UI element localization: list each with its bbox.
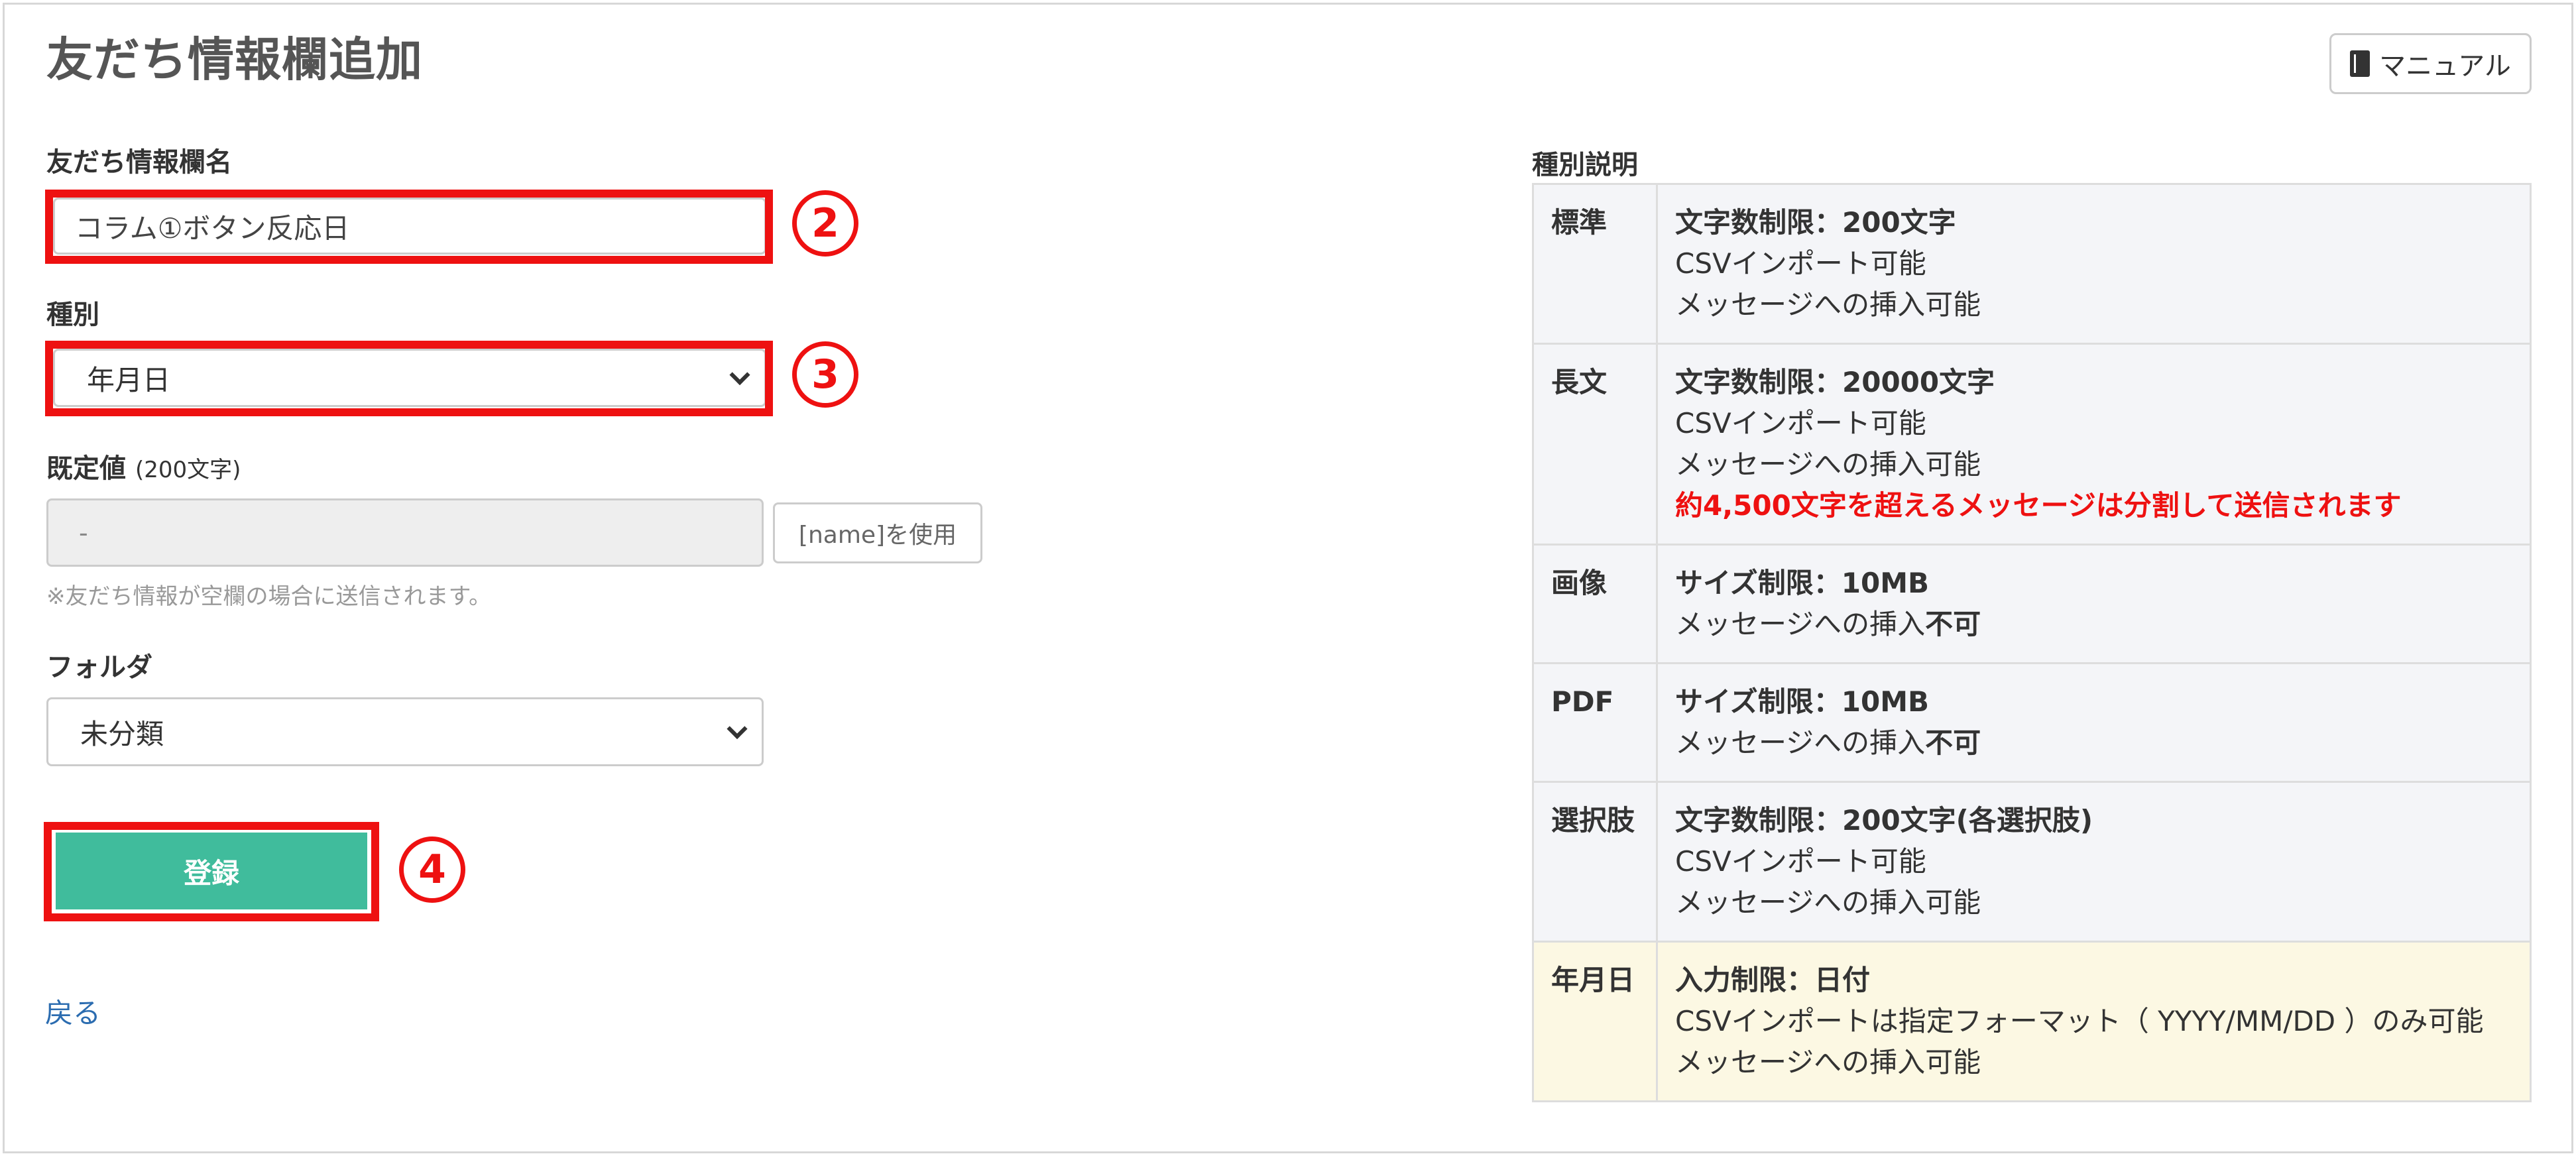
highlight-submit-button <box>44 822 379 921</box>
manual-button-label: マニュアル <box>2379 51 2511 82</box>
type-name: 選択肢 <box>1532 781 1658 943</box>
type-name: 年月日 <box>1532 941 1658 1102</box>
default-value-limit: (200文字) <box>135 457 241 483</box>
type-row-long-text: 長文 文字数制限：20000文字 CSVインポート可能 メッセージへの挿入可能 … <box>1532 343 2532 546</box>
name-field-label: 友だち情報欄名 <box>46 147 232 178</box>
annotation-step-4: 4 <box>399 837 465 903</box>
type-row-pdf: PDF サイズ制限：10MB メッセージへの挿入不可 <box>1532 662 2532 783</box>
type-desc-line: CSVインポート可能 <box>1675 845 1926 878</box>
type-limit: サイズ制限：10MB <box>1675 567 1929 599</box>
type-row-standard: 標準 文字数制限：200文字 CSVインポート可能 メッセージへの挿入可能 <box>1532 183 2532 345</box>
highlight-type-select <box>45 341 773 416</box>
use-name-button[interactable]: [name]を使用 <box>773 502 982 563</box>
type-desc-emphasis: 不可 <box>1925 726 1981 759</box>
type-desc-prefix: メッセージへの挿入 <box>1675 608 1926 640</box>
type-desc-line: メッセージへの挿入可能 <box>1675 288 1981 321</box>
split-warning: 約4,500文字を超えるメッセージは分割して送信されます <box>1675 489 2402 522</box>
back-link[interactable]: 戻る <box>45 991 101 1031</box>
type-name: 画像 <box>1532 544 1658 664</box>
type-desc-line: CSVインポート可能 <box>1675 407 1926 439</box>
type-name: 標準 <box>1532 183 1658 345</box>
type-desc: 入力制限：日付 CSVインポートは指定フォーマット（ YYYY/MM/DD ）の… <box>1656 941 2532 1102</box>
annotation-step-3: 3 <box>792 341 858 408</box>
annotation-step-2: 2 <box>792 190 858 257</box>
folder-select[interactable]: 未分類 <box>46 697 764 766</box>
type-limit: 文字数制限：200文字 <box>1675 206 1956 239</box>
type-desc-line: メッセージへの挿入不可 <box>1675 722 2530 764</box>
type-field-label: 種別 <box>46 300 99 330</box>
type-desc-line: メッセージへの挿入可能 <box>1675 1046 1981 1078</box>
default-value-label: 既定値 (200文字) <box>46 447 241 485</box>
default-value-label-text: 既定値 <box>46 453 126 484</box>
type-limit: サイズ制限：10MB <box>1675 685 1929 718</box>
default-value-note: ※友だち情報が空欄の場合に送信されます。 <box>46 583 492 610</box>
default-value-input: - <box>46 498 764 567</box>
type-desc: サイズ制限：10MB メッセージへの挿入不可 <box>1656 662 2532 783</box>
type-desc-line: メッセージへの挿入可能 <box>1675 886 1981 919</box>
highlight-name-input <box>45 190 773 264</box>
folder-select-value: 未分類 <box>80 717 164 750</box>
type-name: 長文 <box>1532 343 1658 546</box>
type-description-heading: 種別説明 <box>1532 150 1638 180</box>
type-desc-line: メッセージへの挿入可能 <box>1675 448 1981 481</box>
type-desc-line: CSVインポートは指定フォーマット（ YYYY/MM/DD ）のみ可能 <box>1675 1005 2484 1037</box>
book-icon <box>2350 50 2371 77</box>
type-limit: 入力制限：日付 <box>1675 964 1871 996</box>
type-row-date: 年月日 入力制限：日付 CSVインポートは指定フォーマット（ YYYY/MM/D… <box>1532 941 2532 1102</box>
type-desc-prefix: メッセージへの挿入 <box>1675 726 1926 759</box>
type-desc: 文字数制限：200文字(各選択肢) CSVインポート可能 メッセージへの挿入可能 <box>1656 781 2532 943</box>
type-name: PDF <box>1532 662 1658 783</box>
type-limit: 文字数制限：200文字(各選択肢) <box>1675 804 2093 837</box>
type-desc: 文字数制限：200文字 CSVインポート可能 メッセージへの挿入可能 <box>1656 183 2532 345</box>
type-description-table: 標準 文字数制限：200文字 CSVインポート可能 メッセージへの挿入可能 長文… <box>1532 183 2532 1102</box>
page-title: 友だち情報欄追加 <box>46 32 423 87</box>
type-desc-line: CSVインポート可能 <box>1675 247 1926 280</box>
type-desc-line: メッセージへの挿入不可 <box>1675 604 2530 645</box>
type-desc: 文字数制限：20000文字 CSVインポート可能 メッセージへの挿入可能 約4,… <box>1656 343 2532 546</box>
type-desc: サイズ制限：10MB メッセージへの挿入不可 <box>1656 544 2532 664</box>
chevron-down-icon <box>727 719 748 740</box>
type-row-image: 画像 サイズ制限：10MB メッセージへの挿入不可 <box>1532 544 2532 664</box>
type-row-choice: 選択肢 文字数制限：200文字(各選択肢) CSVインポート可能 メッセージへの… <box>1532 781 2532 943</box>
type-desc-emphasis: 不可 <box>1925 608 1981 640</box>
manual-button[interactable]: マニュアル <box>2329 33 2532 94</box>
type-limit: 文字数制限：20000文字 <box>1675 366 1995 398</box>
folder-field-label: フォルダ <box>46 652 152 683</box>
